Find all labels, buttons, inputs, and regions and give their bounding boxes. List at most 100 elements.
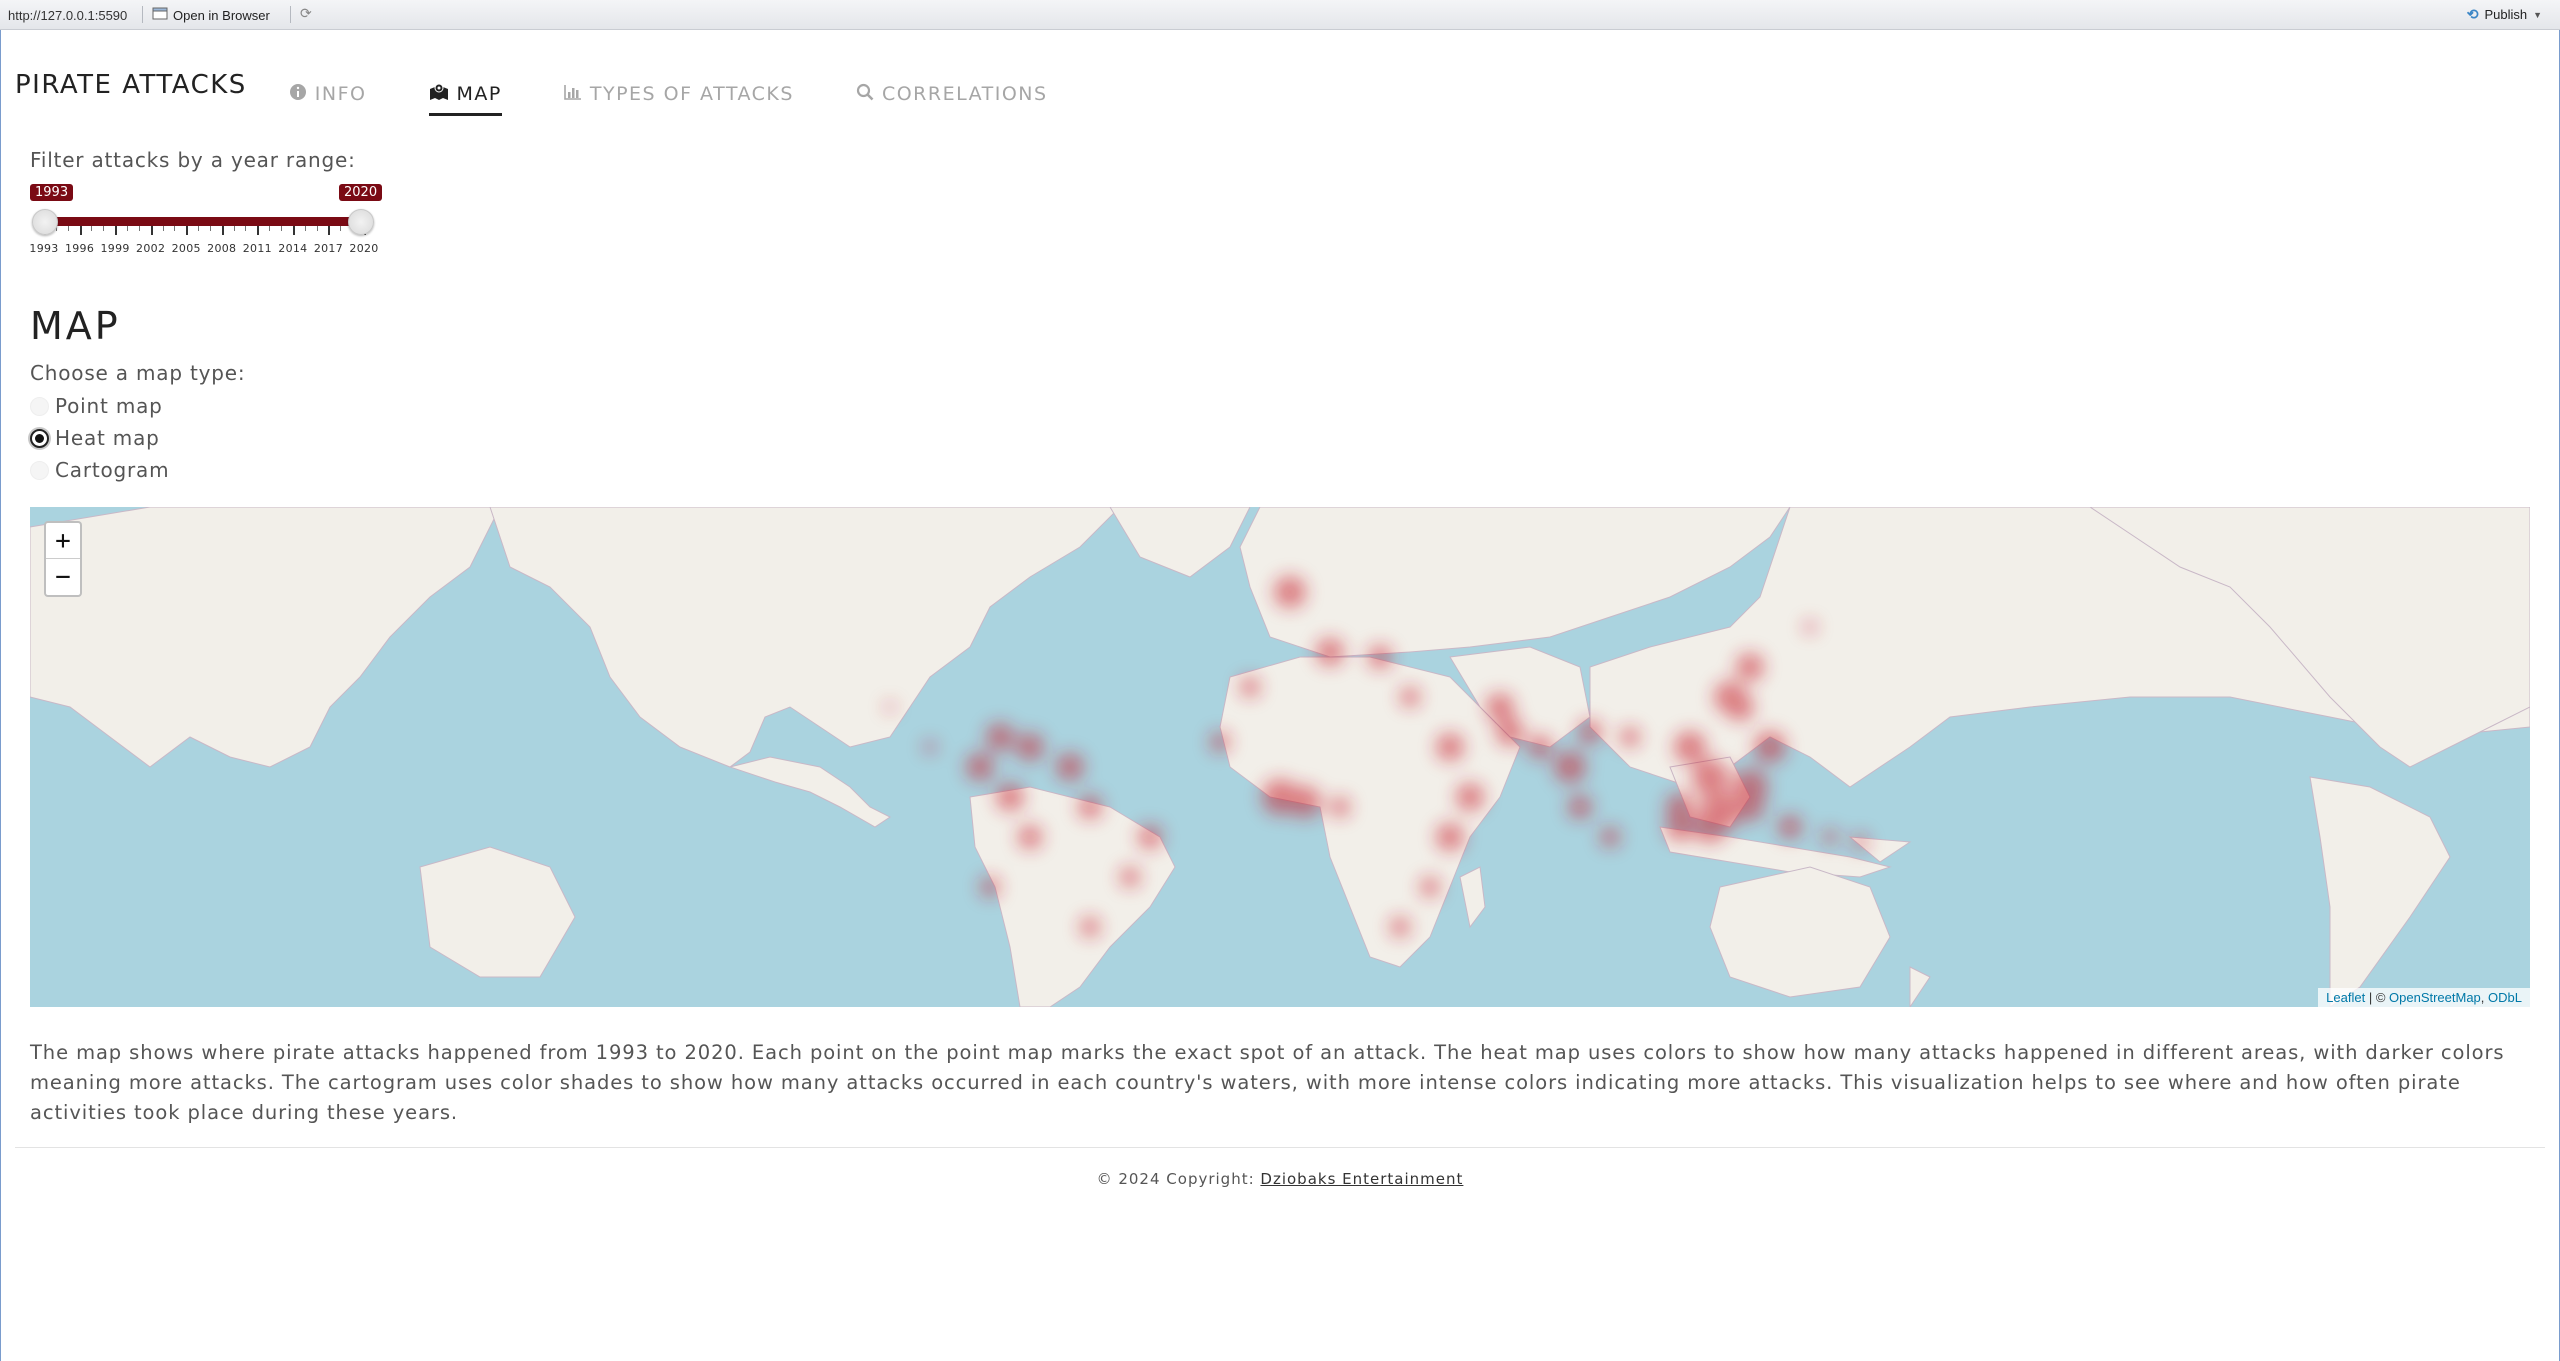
land-central-america [728, 756, 891, 828]
map-type-label: Choose a map type: [30, 361, 246, 385]
land-australia-left [419, 846, 576, 978]
slider-tick-label: 2020 [349, 242, 379, 255]
radio-point-map[interactable]: Point map [30, 394, 163, 418]
map-icon [429, 83, 449, 106]
slider-major-tick [257, 226, 260, 235]
slider-minor-tick [316, 226, 318, 231]
slider-minor-tick [340, 226, 342, 231]
slider-tick-label: 1996 [64, 242, 95, 255]
radio-button[interactable] [30, 460, 49, 480]
radio-button[interactable] [30, 428, 49, 448]
chevron-down-icon: ▼ [2533, 9, 2542, 20]
tab-correlations-label: CORRELATIONS [881, 83, 1048, 105]
footer: © 2024 Copyright: Dziobaks Entertainment [0, 1170, 2560, 1188]
radio-cartogram[interactable]: Cartogram [30, 458, 169, 482]
slider-to-value: 2020 [339, 184, 383, 201]
tab-map-label: MAP [456, 83, 502, 105]
slider-minor-tick [233, 226, 235, 231]
slider-tick-label: 2011 [242, 242, 272, 255]
slider-minor-tick [162, 226, 164, 231]
search-icon [856, 83, 874, 106]
slider-minor-tick [138, 226, 140, 231]
slider-tick-label: 1993 [29, 242, 59, 255]
tab-info-label: INFO [314, 83, 367, 105]
land-south-america-right [2309, 776, 2451, 1007]
browser-window-icon [152, 7, 168, 23]
year-range-slider[interactable]: 1993 1996 1999 2002 2005 2008 2011 2014 2017 2020… [29, 182, 383, 262]
footer-copyright: © 2024 Copyright: [1096, 1170, 1261, 1188]
footer-company-link[interactable]: Dziobaks Entertainment [1260, 1170, 1463, 1188]
navbar: PIRATE ATTACKS INFO MAP TYPES OF ATTACKS… [15, 62, 1110, 118]
map-section-title: MAP [30, 304, 121, 348]
slider-major-tick [328, 226, 331, 235]
publish-button[interactable]: ⟲ Publish ▼ [2467, 6, 2542, 23]
map-description: The map shows where pirate attacks happe… [30, 1041, 2505, 1124]
leaflet-map[interactable]: + − Leaflet | © OpenStreetMap, ODbL [30, 507, 2530, 1007]
slider-minor-tick [269, 226, 271, 231]
slider-major-tick [115, 226, 118, 235]
slider-minor-tick [245, 226, 247, 231]
viewer-url[interactable]: http://127.0.0.1:5590 [8, 8, 127, 23]
slider-track[interactable] [44, 217, 364, 226]
tab-info[interactable]: INFO [289, 74, 367, 114]
land-new-zealand [1909, 966, 1931, 1007]
slider-tick-label: 2008 [207, 242, 237, 255]
slider-tick-label: 2005 [171, 242, 201, 255]
land-indonesia [1659, 826, 1892, 878]
openstreetmap-link[interactable]: OpenStreetMap [2389, 990, 2481, 1005]
slider-minor-tick [304, 226, 306, 231]
slider-major-tick [292, 226, 295, 235]
open-in-browser-button[interactable]: Open in Browser [152, 5, 270, 25]
bar-chart-icon [564, 84, 582, 105]
slider-tick-label: 1999 [100, 242, 130, 255]
tab-types-label: TYPES OF ATTACKS [589, 83, 794, 105]
radio-label: Point map [55, 394, 163, 418]
footer-divider [15, 1147, 2545, 1148]
leaflet-link[interactable]: Leaflet [2326, 990, 2365, 1005]
slider-major-tick [79, 226, 82, 235]
publish-icon: ⟲ [2466, 6, 2479, 22]
radio-label: Heat map [55, 426, 160, 450]
land-australia [1709, 866, 1891, 998]
slider-major-tick [221, 226, 224, 235]
slider-tick-label: 2002 [136, 242, 166, 255]
viewer-toolbar: http://127.0.0.1:5590 Open in Browser ⟳ … [0, 0, 2560, 30]
tab-correlations[interactable]: CORRELATIONS [856, 74, 1048, 114]
slider-handle-from[interactable] [32, 209, 58, 235]
radio-heat-map[interactable]: Heat map [30, 426, 160, 450]
info-circle-icon [289, 83, 307, 106]
tab-map[interactable]: MAP [428, 74, 503, 116]
attribution-separator: | © [2365, 990, 2390, 1005]
world-map-tiles [30, 507, 2530, 1007]
odbl-link[interactable]: ODbL [2488, 990, 2522, 1005]
slider-tick-label: 2017 [313, 242, 344, 255]
slider-handle-to[interactable] [348, 209, 374, 235]
slider-ticks [44, 226, 366, 238]
land-south-america [969, 786, 1176, 1007]
brand-title: PIRATE ATTACKS [15, 70, 247, 100]
slider-minor-tick [103, 226, 105, 231]
slider-from-value: 1993 [30, 184, 74, 201]
slider-minor-tick [198, 226, 200, 231]
slider-tick-labels: 1993 1996 1999 2002 2005 2008 2011 2014 2017 2020 [29, 242, 378, 258]
slider-minor-tick [209, 226, 211, 231]
publish-label: Publish [2484, 7, 2528, 22]
radio-label: Cartogram [55, 458, 170, 482]
land-greenland [1109, 507, 1251, 578]
zoom-out-button[interactable]: − [46, 559, 80, 595]
attribution-comma: , [2480, 990, 2489, 1005]
land-eurasia-left [30, 507, 501, 768]
slider-minor-tick [281, 226, 283, 231]
slider-major-tick [150, 226, 153, 235]
slider-minor-tick [174, 226, 176, 231]
slider-minor-tick [91, 226, 93, 231]
open-in-browser-label: Open in Browser [173, 7, 270, 23]
zoom-in-button[interactable]: + [46, 523, 80, 559]
slider-tick-label: 2014 [278, 242, 308, 255]
zoom-control: + − [44, 521, 82, 597]
refresh-icon[interactable]: ⟳ [300, 5, 312, 22]
toolbar-divider [290, 6, 291, 23]
radio-button[interactable] [30, 396, 49, 416]
tab-types-of-attacks[interactable]: TYPES OF ATTACKS [564, 74, 794, 114]
slider-major-tick [186, 226, 189, 235]
